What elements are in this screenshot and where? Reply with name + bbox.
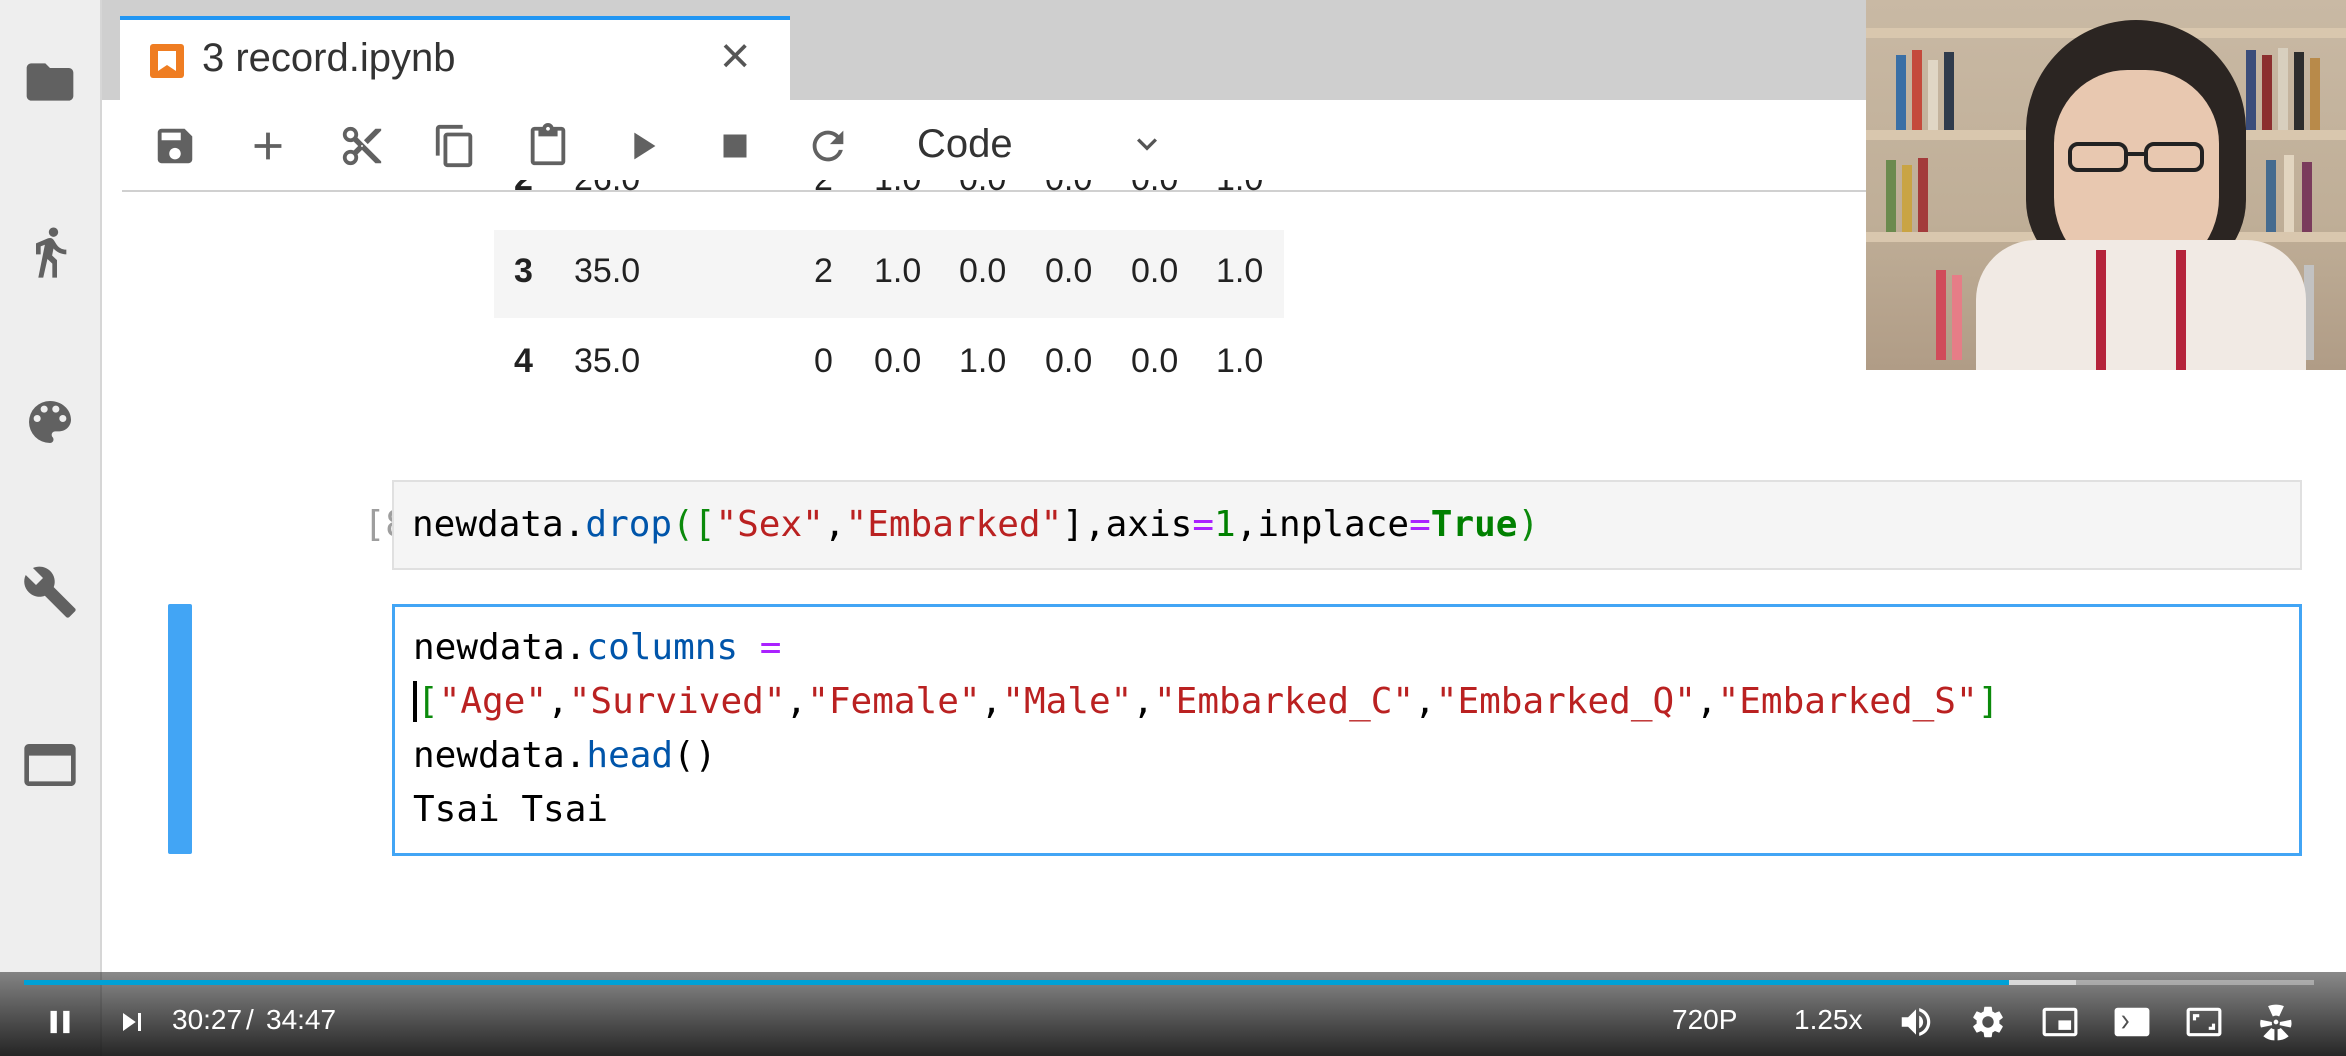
paste-icon[interactable] xyxy=(520,118,576,174)
wide-icon[interactable] xyxy=(2112,1002,2152,1042)
run-icon[interactable] xyxy=(614,118,670,174)
restart-icon[interactable] xyxy=(800,118,856,174)
code-line: newdata.drop(["Sex","Embarked"],axis=1,i… xyxy=(412,504,1540,545)
webcam-overlay xyxy=(1866,0,2346,370)
video-player-controls: 30:27 / 34:47 720P 1.25x xyxy=(0,972,2346,1056)
save-icon[interactable] xyxy=(147,118,203,174)
chevron-down-icon xyxy=(1127,124,1167,164)
next-icon[interactable] xyxy=(112,1002,152,1042)
danmaku-icon[interactable] xyxy=(2256,1002,2296,1042)
active-code-cell-editor[interactable]: newdata.columns = ["Age","Survived","Fem… xyxy=(392,604,2302,856)
palette-icon[interactable] xyxy=(20,392,80,452)
pip-icon[interactable] xyxy=(2040,1002,2080,1042)
pause-icon[interactable] xyxy=(40,1002,80,1042)
code-line: Tsai Tsai xyxy=(413,789,609,830)
code-cell-editor[interactable]: newdata.drop(["Sex","Embarked"],axis=1,i… xyxy=(392,480,2302,570)
stop-icon[interactable] xyxy=(707,118,763,174)
wrench-icon[interactable] xyxy=(20,562,80,622)
fullscreen-icon[interactable] xyxy=(2184,1002,2224,1042)
active-cell-marker xyxy=(168,604,192,854)
code-line: newdata.head() xyxy=(413,735,717,776)
code-line: ["Age","Survived","Female","Male","Embar… xyxy=(413,681,1999,722)
quality-button[interactable]: 720P xyxy=(1672,1004,1737,1036)
time-separator: / xyxy=(246,1004,254,1035)
speed-button[interactable]: 1.25x xyxy=(1794,1004,1863,1036)
volume-icon[interactable] xyxy=(1896,1002,1936,1042)
code-line: newdata.columns = xyxy=(413,627,782,668)
close-icon[interactable]: × xyxy=(720,30,750,82)
folder-icon[interactable] xyxy=(20,52,80,112)
copy-icon[interactable] xyxy=(427,118,483,174)
row-index: 4 xyxy=(514,342,533,380)
sweater-stripe xyxy=(2096,250,2186,370)
running-icon[interactable] xyxy=(20,222,80,282)
cell-type-label: Code xyxy=(917,122,1013,166)
cell-type-dropdown[interactable]: Code xyxy=(907,116,1167,174)
cut-icon[interactable] xyxy=(334,118,390,174)
glasses xyxy=(2068,142,2204,172)
table-row: 3 35.0 2 1.0 0.0 0.0 0.0 1.0 xyxy=(494,230,1284,318)
activity-bar xyxy=(0,0,102,1056)
notebook-icon xyxy=(150,44,184,78)
settings-icon[interactable] xyxy=(1968,1002,2008,1042)
tab-title: 3 record.ipynb xyxy=(202,36,456,80)
row-index: 3 xyxy=(514,252,533,290)
current-time: 30:27 xyxy=(172,1004,243,1035)
notebook-tab[interactable]: 3 record.ipynb × xyxy=(120,16,790,100)
duration: 34:47 xyxy=(266,1004,337,1035)
table-row: 4 35.0 0 0.0 1.0 0.0 0.0 1.0 xyxy=(514,342,1264,380)
tabs-icon[interactable] xyxy=(20,735,80,795)
progress-fill xyxy=(24,980,2010,985)
add-icon[interactable] xyxy=(240,118,296,174)
progress-bar[interactable] xyxy=(24,980,2314,985)
